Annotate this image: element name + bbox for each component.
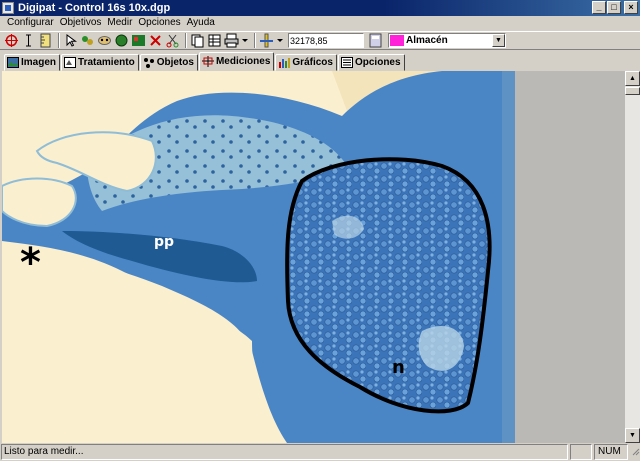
app-icon[interactable]	[2, 2, 14, 14]
status-bar: Listo para medir... NUM	[0, 443, 640, 461]
select-objects-icon[interactable]	[80, 33, 95, 48]
print-icon[interactable]	[224, 33, 239, 48]
menu-objetivos[interactable]: Objetivos	[57, 16, 105, 30]
cut-icon[interactable]	[165, 33, 180, 48]
title-bar: Digipat - Control 16s 10x.dgp _ □ ×	[0, 0, 640, 16]
delete-object-icon[interactable]	[148, 33, 163, 48]
toolbar: Almacén ▼	[0, 31, 640, 50]
text-cursor-icon[interactable]	[21, 33, 36, 48]
mask-icon[interactable]	[97, 33, 112, 48]
status-num: NUM	[594, 444, 628, 460]
resize-grip-icon[interactable]	[628, 444, 640, 460]
tab-graficos[interactable]: Gráficos	[275, 54, 337, 71]
storage-combo-value: Almacén	[406, 35, 448, 46]
micrograph: * pp n	[2, 71, 515, 443]
value-dropdown-icon[interactable]	[276, 33, 284, 48]
fill-objects-icon[interactable]	[114, 33, 129, 48]
menu-medir[interactable]: Medir	[104, 16, 135, 30]
tab-label: Gráficos	[292, 57, 333, 68]
tab-opciones[interactable]: Opciones	[337, 54, 405, 71]
chevron-down-icon[interactable]: ▼	[492, 34, 505, 47]
minimize-button[interactable]: _	[592, 1, 606, 14]
n-label: n	[392, 357, 405, 378]
processing-icon	[64, 57, 77, 68]
tab-label: Mediciones	[215, 56, 271, 67]
storage-combo[interactable]: Almacén ▼	[388, 33, 506, 48]
tab-label: Opciones	[354, 57, 401, 68]
coordinate-input[interactable]	[288, 33, 364, 48]
ruler-icon[interactable]	[38, 33, 53, 48]
pp-label: pp	[154, 234, 174, 250]
scroll-down-icon[interactable]: ▼	[625, 428, 640, 443]
copy-icon[interactable]	[190, 33, 205, 48]
tab-strip: Imagen Tratamiento Objetos Mediciones Gr…	[0, 51, 640, 71]
menu-configurar[interactable]: Configurar	[4, 16, 57, 30]
tab-tratamiento[interactable]: Tratamiento	[61, 54, 139, 71]
image-icon	[7, 57, 19, 68]
window-title: Digipat - Control 16s 10x.dgp	[18, 2, 171, 14]
status-cell-empty	[570, 444, 592, 460]
objects-icon	[143, 58, 154, 68]
window-controls: _ □ ×	[591, 1, 638, 14]
options-icon	[340, 57, 353, 68]
tab-imagen[interactable]: Imagen	[4, 54, 61, 71]
measurements-icon	[201, 56, 214, 67]
pointer-icon[interactable]	[63, 33, 78, 48]
tab-label: Imagen	[21, 57, 57, 68]
chart-icon	[279, 58, 291, 68]
vertical-scrollbar[interactable]: ▲ ▼	[625, 71, 640, 443]
tab-objetos[interactable]: Objetos	[139, 54, 198, 71]
menu-ayuda[interactable]: Ayuda	[184, 16, 218, 30]
tab-label: Tratamiento	[78, 57, 135, 68]
image-canvas[interactable]: * pp n	[2, 71, 515, 443]
tab-label: Objetos	[156, 57, 194, 68]
asterisk-label: *	[20, 240, 41, 286]
crosshair-icon[interactable]	[4, 33, 19, 48]
storage-color-swatch	[390, 35, 404, 46]
color-threshold-icon[interactable]	[131, 33, 146, 48]
menu-bar: Configurar Objetivos Medir Opciones Ayud…	[0, 16, 640, 30]
scroll-up-icon[interactable]: ▲	[625, 71, 640, 86]
status-text: Listo para medir...	[1, 444, 568, 460]
calculator-icon[interactable]	[368, 33, 383, 48]
options-dropdown-icon[interactable]	[241, 33, 249, 48]
right-empty-area	[515, 71, 625, 443]
maximize-button[interactable]: □	[607, 1, 621, 14]
scroll-thumb[interactable]	[625, 87, 640, 95]
measure-tool-icon[interactable]	[259, 33, 274, 48]
data-sheet-icon[interactable]	[207, 33, 222, 48]
menu-opciones[interactable]: Opciones	[135, 16, 183, 30]
close-button[interactable]: ×	[624, 1, 638, 14]
tab-mediciones[interactable]: Mediciones	[198, 52, 275, 71]
